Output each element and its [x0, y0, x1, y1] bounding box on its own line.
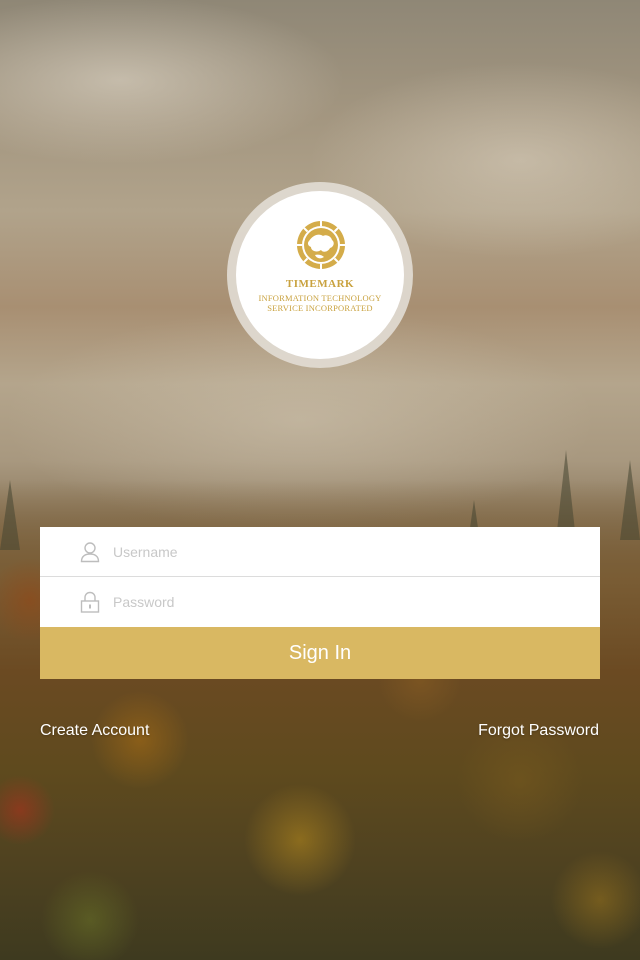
- password-input[interactable]: [113, 577, 583, 627]
- create-account-link[interactable]: Create Account: [40, 722, 149, 740]
- username-field[interactable]: [40, 527, 600, 577]
- logo-subtitle-line1: INFORMATION TECHNOLOGY: [258, 293, 382, 303]
- company-logo: TIMEMARK INFORMATION TECHNOLOGY SERVICE …: [227, 182, 413, 368]
- tree-silhouette: [620, 460, 640, 540]
- globe-clock-icon: [297, 221, 345, 269]
- password-field[interactable]: [40, 577, 600, 627]
- lock-icon: [80, 591, 100, 613]
- logo-name: TIMEMARK: [285, 278, 355, 290]
- login-form: Sign In: [40, 527, 600, 679]
- user-icon: [80, 542, 100, 563]
- sign-in-button[interactable]: Sign In: [40, 627, 600, 679]
- username-input[interactable]: [113, 527, 583, 577]
- login-screen: TIMEMARK INFORMATION TECHNOLOGY SERVICE …: [0, 0, 640, 960]
- logo-disc: TIMEMARK INFORMATION TECHNOLOGY SERVICE …: [236, 191, 404, 359]
- tree-silhouette: [0, 480, 20, 550]
- logo-subtitle-line2: SERVICE INCORPORATED: [267, 303, 373, 313]
- forgot-password-link[interactable]: Forgot Password: [478, 722, 599, 740]
